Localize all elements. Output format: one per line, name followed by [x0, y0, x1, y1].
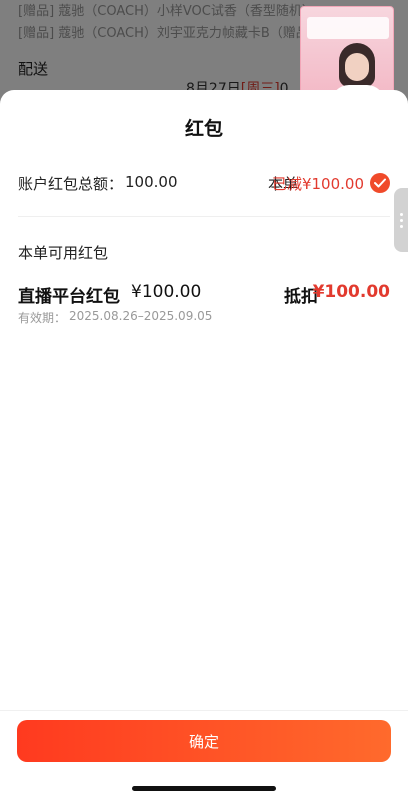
home-indicator — [132, 786, 276, 791]
red-packet-item[interactable]: 直播平台红包 ¥100.00 抵扣 ¥100.00 有效期： 2025.08.2… — [18, 282, 390, 332]
red-packet-sheet: 红包 账户红包总额： 100.00 本单 已减¥100.00 本单可用红包 直播… — [0, 90, 408, 800]
live-banner — [307, 17, 389, 39]
host-face — [345, 53, 369, 81]
reduced-amount: 已减¥100.00 — [271, 175, 364, 193]
deduct-amount: ¥100.00 — [312, 282, 390, 302]
divider — [18, 216, 390, 217]
total-label: 账户红包总额： — [18, 175, 124, 193]
red-packet-total-row: 账户红包总额： 100.00 本单 已减¥100.00 — [18, 173, 390, 195]
confirm-button[interactable]: 确定 — [17, 720, 391, 762]
validity-range: 2025.08.26–2025.09.05 — [69, 309, 213, 323]
coupon-name: 直播平台红包 — [18, 287, 120, 307]
total-amount: 100.00 — [125, 173, 178, 191]
coupon-value: ¥100.00 — [131, 282, 202, 302]
footer-divider — [0, 710, 408, 711]
sheet-title: 红包 — [184, 118, 223, 140]
available-section-title: 本单可用红包 — [18, 244, 109, 262]
more-dots-icon[interactable] — [394, 188, 408, 252]
validity-label: 有效期： — [18, 311, 67, 325]
check-circle-icon[interactable] — [370, 173, 390, 193]
